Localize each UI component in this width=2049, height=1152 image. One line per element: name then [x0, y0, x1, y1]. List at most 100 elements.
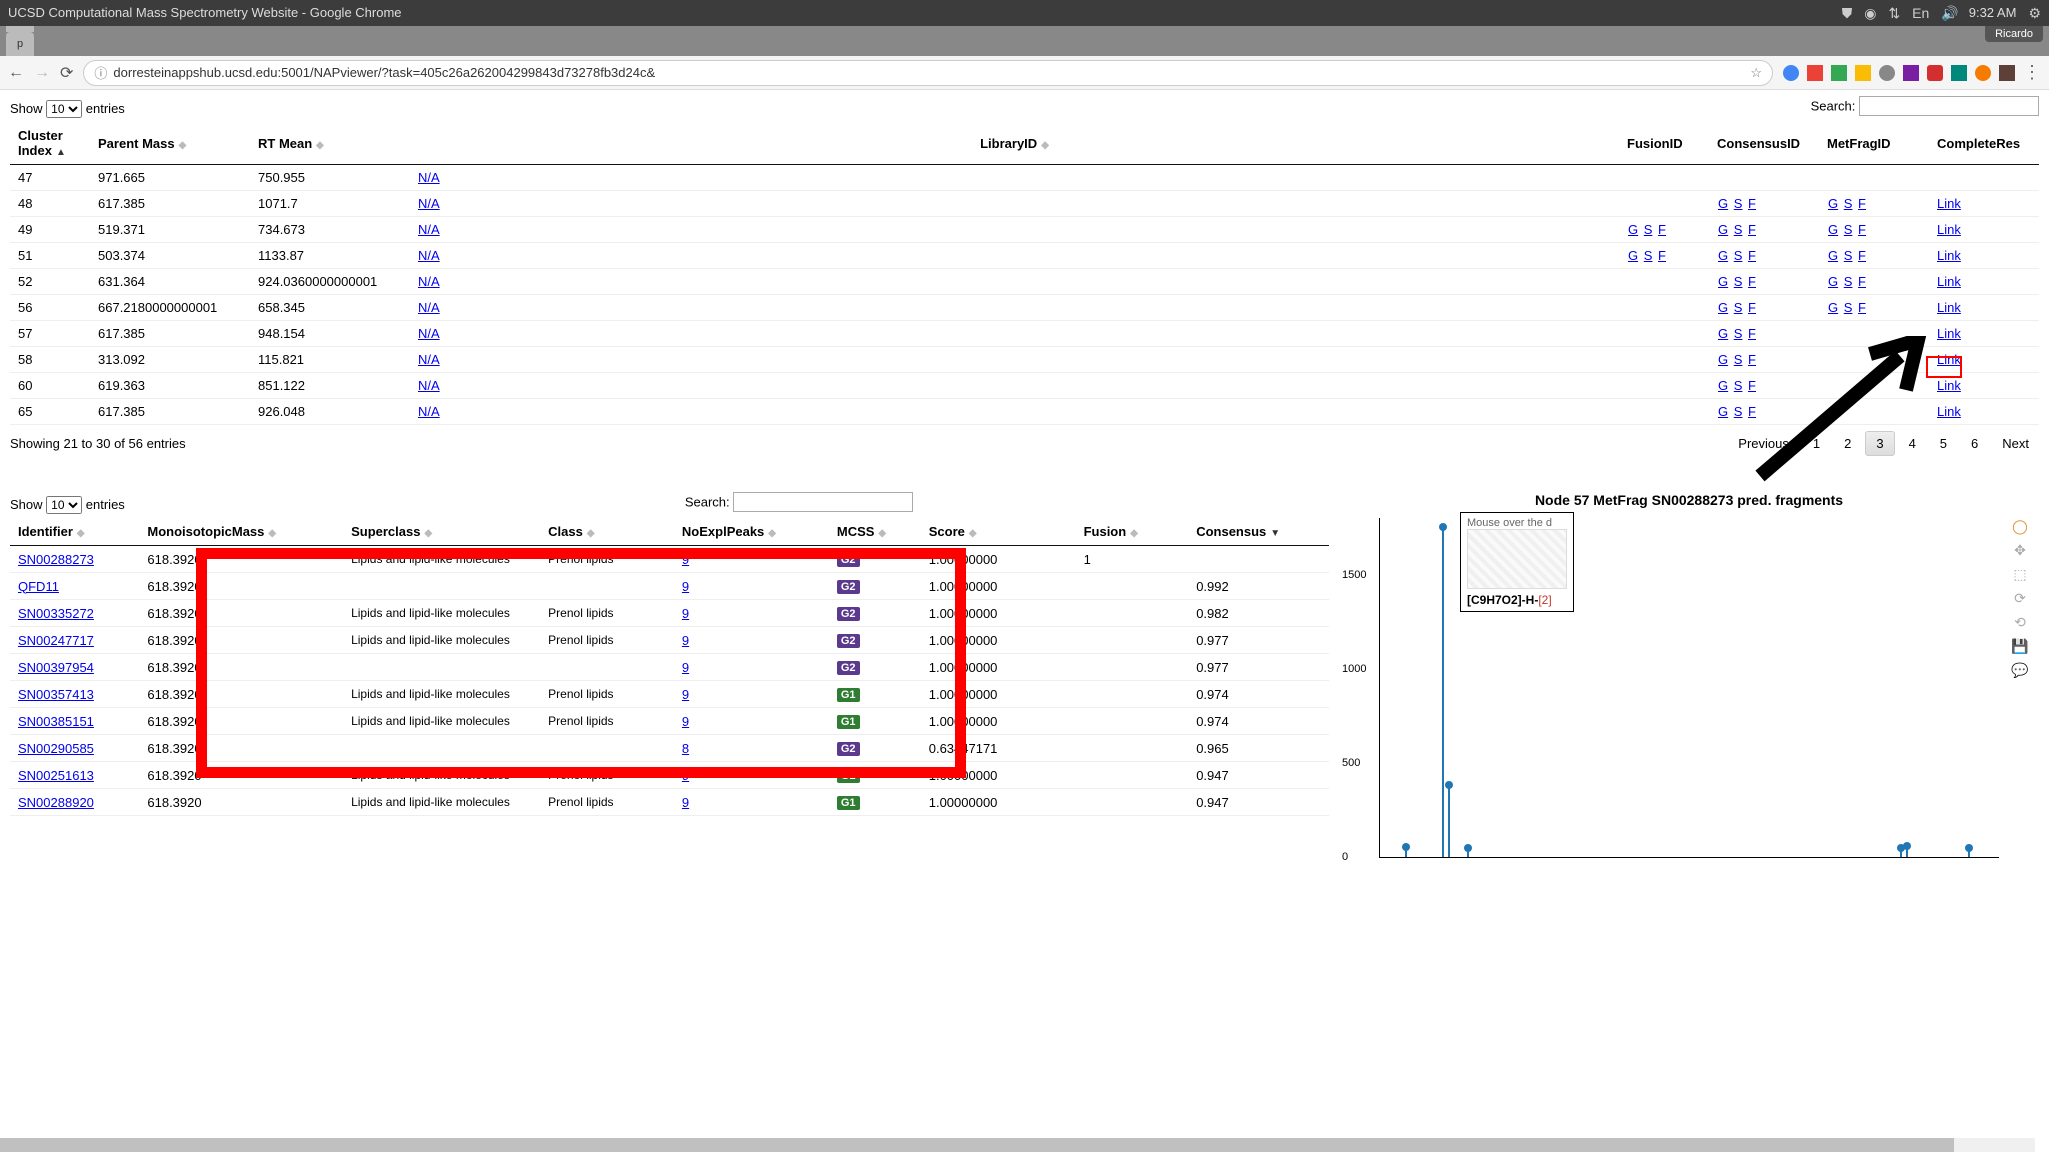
identifier-link[interactable]: SN00247717: [18, 633, 94, 648]
f-link[interactable]: F: [1858, 196, 1866, 211]
s-link[interactable]: S: [1844, 196, 1853, 211]
fragment-chart[interactable]: Mouse over the d [C9H7O2]-H-[2] ◯ ✥ ⬚ ⟳ …: [1379, 518, 1999, 858]
pager-prev[interactable]: Previous: [1728, 432, 1799, 455]
g-link[interactable]: G: [1718, 378, 1728, 393]
ext-icon-3[interactable]: [1831, 65, 1847, 81]
hover-tool-icon[interactable]: 💬: [2011, 662, 2029, 680]
pager-page[interactable]: 4: [1899, 432, 1926, 455]
s-link[interactable]: S: [1844, 222, 1853, 237]
s-link[interactable]: S: [1844, 248, 1853, 263]
s-link[interactable]: S: [1734, 274, 1743, 289]
identifier-link[interactable]: QFD11: [18, 579, 59, 594]
ext-icon-5[interactable]: [1879, 65, 1895, 81]
g-link[interactable]: G: [1718, 300, 1728, 315]
bookmark-star-icon[interactable]: ☆: [1750, 65, 1762, 81]
horizontal-scrollbar[interactable]: [0, 1138, 2035, 1152]
ext-icon-4[interactable]: [1855, 65, 1871, 81]
identifier-link[interactable]: SN00251613: [18, 768, 94, 783]
browser-menu-icon[interactable]: ⋮: [2023, 62, 2041, 83]
library-na-link[interactable]: N/A: [418, 222, 440, 237]
chart-point[interactable]: [1965, 844, 1973, 852]
f-link[interactable]: F: [1748, 248, 1756, 263]
reset-icon[interactable]: ⟲: [2011, 614, 2029, 632]
profile-badge[interactable]: Ricardo: [1985, 26, 2043, 42]
identifier-link[interactable]: SN00385151: [18, 714, 94, 729]
g-link[interactable]: G: [1828, 300, 1838, 315]
s-link[interactable]: S: [1734, 404, 1743, 419]
pan-tool-icon[interactable]: ✥: [2011, 542, 2029, 560]
complete-res-link[interactable]: Link: [1937, 248, 1961, 263]
identifier-link[interactable]: SN00397954: [18, 660, 94, 675]
library-na-link[interactable]: N/A: [418, 352, 440, 367]
chart-stem[interactable]: [1906, 846, 1908, 857]
col-consensus[interactable]: Consensus▼: [1188, 518, 1329, 546]
ext-icon-6[interactable]: [1903, 65, 1919, 81]
col-score[interactable]: Score◆: [921, 518, 1076, 546]
back-button[interactable]: ←: [8, 64, 24, 82]
s-link[interactable]: S: [1644, 248, 1653, 263]
s-link[interactable]: S: [1734, 300, 1743, 315]
identifier-link[interactable]: SN00335272: [18, 606, 94, 621]
f-link[interactable]: F: [1658, 222, 1666, 237]
identifier-link[interactable]: SN00357413: [18, 687, 94, 702]
g-link[interactable]: G: [1828, 222, 1838, 237]
chart-stem[interactable]: [1442, 527, 1444, 857]
f-link[interactable]: F: [1748, 300, 1756, 315]
pager-page[interactable]: 3: [1865, 431, 1894, 456]
col-fusion-id[interactable]: FusionID: [1619, 122, 1709, 165]
complete-res-link[interactable]: Link: [1937, 378, 1961, 393]
ext-icon-8[interactable]: [1951, 65, 1967, 81]
complete-res-link[interactable]: Link: [1937, 274, 1961, 289]
ext-icon-7[interactable]: [1927, 65, 1943, 81]
pager-page[interactable]: 5: [1930, 432, 1957, 455]
identifier-link[interactable]: SN00288920: [18, 795, 94, 810]
library-na-link[interactable]: N/A: [418, 300, 440, 315]
reload-button[interactable]: ⟳: [60, 63, 73, 83]
pager-next[interactable]: Next: [1992, 432, 2039, 455]
complete-res-link[interactable]: Link: [1937, 352, 1961, 367]
library-na-link[interactable]: N/A: [418, 378, 440, 393]
g-link[interactable]: G: [1718, 352, 1728, 367]
f-link[interactable]: F: [1748, 404, 1756, 419]
chart-point[interactable]: [1402, 843, 1410, 851]
f-link[interactable]: F: [1748, 274, 1756, 289]
f-link[interactable]: F: [1858, 300, 1866, 315]
f-link[interactable]: F: [1658, 248, 1666, 263]
s-link[interactable]: S: [1734, 196, 1743, 211]
keyboard-lang-icon[interactable]: En: [1912, 0, 1929, 26]
dropbox-icon[interactable]: ⛊: [1842, 0, 1853, 26]
library-na-link[interactable]: N/A: [418, 326, 440, 341]
save-icon[interactable]: 💾: [2011, 638, 2029, 656]
col-metfrag-id[interactable]: MetFragID: [1819, 122, 1929, 165]
ext-icon-9[interactable]: [1975, 65, 1991, 81]
noexplpeaks-link[interactable]: 9: [682, 687, 689, 702]
network-icon[interactable]: ⇅: [1888, 0, 1900, 26]
g-link[interactable]: G: [1718, 404, 1728, 419]
chart-point[interactable]: [1445, 781, 1453, 789]
chart-point[interactable]: [1464, 844, 1472, 852]
library-na-link[interactable]: N/A: [418, 274, 440, 289]
table2-search-input[interactable]: [733, 492, 913, 512]
library-na-link[interactable]: N/A: [418, 248, 440, 263]
f-link[interactable]: F: [1858, 274, 1866, 289]
f-link[interactable]: F: [1748, 326, 1756, 341]
ext-icon-10[interactable]: [1999, 65, 2015, 81]
g-link[interactable]: G: [1718, 222, 1728, 237]
noexplpeaks-link[interactable]: 9: [682, 579, 689, 594]
g-link[interactable]: G: [1828, 248, 1838, 263]
complete-res-link[interactable]: Link: [1937, 196, 1961, 211]
complete-res-link[interactable]: Link: [1937, 222, 1961, 237]
noexplpeaks-link[interactable]: 9: [682, 714, 689, 729]
ext-icon-2[interactable]: [1807, 65, 1823, 81]
col-consensus-id[interactable]: ConsensusID: [1709, 122, 1819, 165]
s-link[interactable]: S: [1644, 222, 1653, 237]
noexplpeaks-link[interactable]: 8: [682, 741, 689, 756]
g-link[interactable]: G: [1628, 248, 1638, 263]
identifier-link[interactable]: SN00290585: [18, 741, 94, 756]
settings-gear-icon[interactable]: ⚙: [2028, 0, 2041, 26]
chart-stem[interactable]: [1900, 848, 1902, 857]
g-link[interactable]: G: [1828, 196, 1838, 211]
chart-point[interactable]: [1439, 523, 1447, 531]
s-link[interactable]: S: [1734, 378, 1743, 393]
g-link[interactable]: G: [1718, 248, 1728, 263]
